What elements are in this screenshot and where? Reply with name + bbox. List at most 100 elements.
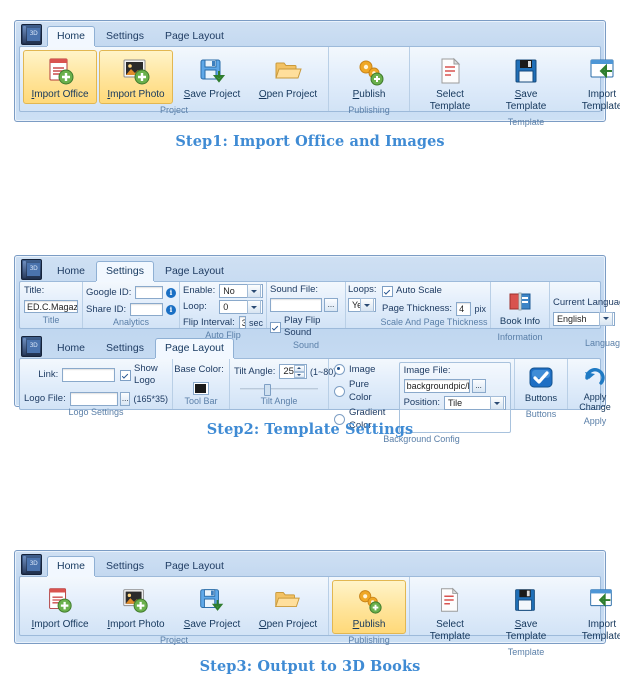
save-template-button[interactable]: Save Template: [489, 580, 563, 646]
logo-size-hint: (165*35): [133, 394, 168, 404]
select-template-label: Select Template: [429, 619, 471, 642]
save-project-button[interactable]: Save Project: [175, 580, 249, 634]
book-info-button[interactable]: Book Info: [494, 285, 546, 331]
tab-page-layout[interactable]: Page Layout: [155, 26, 234, 46]
select-template-icon: [434, 585, 466, 617]
group-publishing: Publish Publishing: [329, 577, 410, 645]
publish-icon: [353, 585, 385, 617]
open-project-button[interactable]: Open Project: [251, 580, 325, 634]
app-logo-icon[interactable]: 3D: [21, 24, 42, 45]
tab-home[interactable]: Home: [47, 556, 96, 576]
current-language-select[interactable]: English: [553, 311, 615, 326]
enable-select[interactable]: No: [219, 284, 263, 298]
group-scale-thickness: Auto Scale Page Thickness: 4 pix Scale A…: [378, 282, 491, 328]
apply-change-button[interactable]: Apply Change: [571, 362, 619, 415]
background-option-image[interactable]: Image: [334, 363, 393, 376]
share-id-input[interactable]: [130, 303, 163, 316]
tabstrip-step3: 3D Home Settings Page Layout: [15, 551, 605, 576]
app-logo-icon[interactable]: 3D: [21, 259, 42, 280]
tilt-angle-slider[interactable]: [240, 383, 318, 396]
apply-change-label: Apply Change: [579, 392, 611, 412]
open-project-button[interactable]: Open Project: [251, 50, 325, 104]
chevron-down-icon[interactable]: [247, 300, 261, 314]
import-template-label: Import Template: [581, 619, 620, 642]
app-logo-icon[interactable]: 3D: [21, 336, 42, 357]
group-apply-page-layout: Apply Change Apply: [568, 359, 620, 426]
position-select[interactable]: Tile: [444, 396, 506, 410]
chevron-down-icon[interactable]: [247, 284, 261, 298]
import-office-button[interactable]: Import Office: [23, 580, 97, 634]
import-template-button[interactable]: Import Template: [565, 50, 620, 116]
buttons-button[interactable]: Buttons: [518, 362, 564, 408]
publish-button[interactable]: Publish: [332, 580, 406, 634]
tab-settings[interactable]: Settings: [96, 338, 154, 358]
group-title-project: Project: [159, 635, 188, 645]
chevron-down-icon[interactable]: [490, 396, 504, 410]
save-project-button[interactable]: Save Project: [175, 50, 249, 104]
image-file-browse-button[interactable]: ...: [471, 379, 486, 393]
slider-track: [240, 388, 318, 390]
show-logo-checkbox[interactable]: Show Logo: [120, 363, 168, 387]
tilt-angle-stepper[interactable]: 25: [279, 364, 307, 379]
save-template-icon: [510, 585, 542, 617]
import-template-button[interactable]: Import Template: [565, 580, 620, 646]
chevron-down-icon[interactable]: [360, 298, 374, 312]
publish-button[interactable]: Publish: [332, 50, 406, 104]
open-project-label: Open Project: [258, 619, 318, 630]
logo-file-input[interactable]: [69, 392, 119, 406]
import-office-label: Import Office: [31, 619, 89, 630]
info-icon[interactable]: i: [166, 304, 176, 315]
import-template-label: Import Template: [581, 89, 620, 112]
tab-home[interactable]: Home: [47, 26, 96, 46]
save-project-icon: [196, 585, 228, 617]
group-publishing: Publish Publishing: [329, 47, 410, 115]
import-office-button[interactable]: Import Office: [23, 50, 97, 104]
chevron-down-icon[interactable]: [599, 311, 613, 326]
stepper-arrows-icon[interactable]: [293, 365, 305, 378]
link-input[interactable]: [62, 368, 116, 382]
tab-home[interactable]: Home: [47, 261, 95, 281]
google-id-input[interactable]: [135, 286, 163, 299]
ribbon-settings: Title: ED.C.Magazine Title Google ID: i …: [19, 281, 620, 350]
import-photo-button[interactable]: Import Photo: [99, 580, 173, 634]
publish-icon: [353, 55, 385, 87]
loops-label: Loops:: [348, 284, 377, 295]
select-template-button[interactable]: Select Template: [413, 50, 487, 116]
flip-interval-label: Flip Interval:: [183, 316, 235, 328]
auto-scale-checkbox[interactable]: Auto Scale: [382, 285, 486, 297]
title-input[interactable]: ED.C.Magazine: [24, 300, 78, 313]
group-title-project: Project: [159, 105, 188, 115]
info-icon[interactable]: i: [166, 287, 176, 298]
image-file-input[interactable]: backgroundpic/backgroundi: [403, 379, 470, 393]
base-color-picker[interactable]: [193, 382, 209, 395]
loops-select[interactable]: Yes: [348, 298, 376, 312]
sound-file-browse-button[interactable]: ...: [324, 298, 338, 312]
tab-home[interactable]: Home: [47, 338, 95, 358]
save-project-label: Save Project: [183, 619, 241, 630]
tab-settings[interactable]: Settings: [96, 261, 154, 281]
tilt-angle-value: 25: [283, 366, 294, 377]
tab-page-layout[interactable]: Page Layout: [154, 338, 234, 358]
logo-file-browse-button[interactable]: ...: [120, 392, 131, 406]
group-caption-tilt-angle: Tilt Angle: [260, 396, 298, 406]
group-caption-buttons: Buttons: [525, 409, 557, 419]
app-logo-icon[interactable]: 3D: [21, 554, 42, 575]
import-photo-button[interactable]: Import Photo: [99, 50, 173, 104]
save-template-button[interactable]: Save Template: [489, 50, 563, 116]
group-caption-analytics: Analytics: [112, 317, 149, 327]
tab-page-layout[interactable]: Page Layout: [155, 556, 234, 576]
slider-knob[interactable]: [264, 384, 272, 396]
loop-select[interactable]: 0: [219, 300, 263, 314]
save-project-label: Save Project: [183, 89, 241, 100]
buttons-icon: [528, 365, 554, 391]
page-thickness-unit: pix: [474, 304, 486, 314]
background-option-pure-color[interactable]: Pure Color: [334, 378, 393, 404]
tab-settings[interactable]: Settings: [96, 556, 154, 576]
flip-interval-input[interactable]: 3: [238, 316, 246, 329]
select-template-button[interactable]: Select Template: [413, 580, 487, 646]
tab-settings[interactable]: Settings: [96, 26, 154, 46]
page-thickness-input[interactable]: 4: [456, 302, 472, 316]
link-label: Link:: [38, 369, 59, 380]
tab-page-layout[interactable]: Page Layout: [155, 261, 234, 281]
sound-file-input[interactable]: [270, 298, 322, 312]
